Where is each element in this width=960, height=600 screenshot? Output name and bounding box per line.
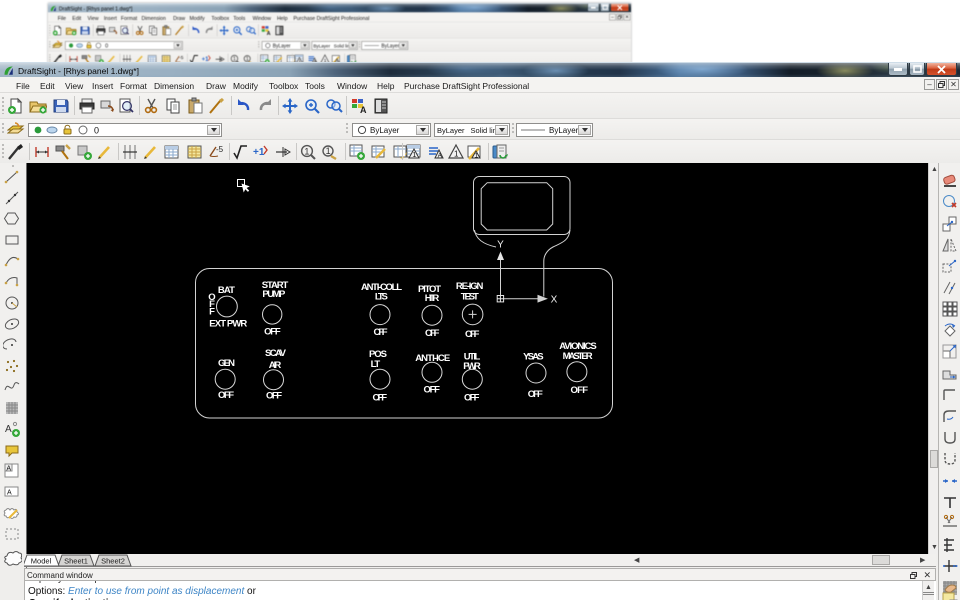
- svg-text:PUMP: PUMP: [262, 289, 286, 300]
- svg-text:Sheet2: Sheet2: [101, 557, 125, 566]
- svg-text:X: X: [551, 295, 558, 306]
- svg-text:GEN: GEN: [218, 358, 235, 369]
- svg-text:OFF: OFF: [264, 327, 281, 338]
- svg-text:OFF: OFF: [266, 390, 282, 401]
- svg-text:A: A: [5, 424, 12, 435]
- svg-text:A: A: [6, 465, 11, 472]
- svg-text:0: 0: [105, 44, 108, 50]
- svg-text:F: F: [209, 307, 215, 318]
- svg-text:RE-IGN: RE-IGN: [456, 281, 484, 292]
- svg-text:OFF: OFF: [571, 385, 589, 396]
- svg-text:Y: Y: [497, 240, 504, 251]
- svg-text:OFF: OFF: [464, 393, 480, 404]
- svg-text:PWR: PWR: [463, 361, 481, 372]
- svg-text:TEST: TEST: [461, 292, 479, 303]
- svg-text:Model: Model: [31, 557, 52, 566]
- svg-text:OFF: OFF: [423, 385, 440, 396]
- svg-text:OFF: OFF: [528, 389, 543, 400]
- svg-text:BAT: BAT: [218, 285, 235, 296]
- svg-text:ANTI-ICE: ANTI-ICE: [415, 353, 450, 364]
- svg-text:OFF: OFF: [465, 329, 480, 340]
- svg-text:EXT PWR: EXT PWR: [209, 318, 247, 329]
- svg-text:LT: LT: [371, 359, 381, 370]
- svg-text:OFF: OFF: [425, 328, 440, 339]
- svg-text:AIR: AIR: [269, 360, 282, 371]
- svg-text:0: 0: [94, 126, 99, 136]
- svg-text:YSAS: YSAS: [523, 352, 544, 363]
- svg-text:OFF: OFF: [374, 327, 388, 338]
- svg-text:MASTER: MASTER: [563, 351, 593, 362]
- svg-text:OFF: OFF: [218, 390, 234, 401]
- svg-text:SCAV: SCAV: [265, 348, 287, 359]
- svg-text:LTS: LTS: [375, 292, 388, 303]
- svg-text:OFF: OFF: [373, 393, 388, 404]
- svg-text:A: A: [7, 489, 12, 496]
- svg-text:Sheet1: Sheet1: [64, 557, 88, 566]
- svg-text:HTR: HTR: [425, 293, 440, 304]
